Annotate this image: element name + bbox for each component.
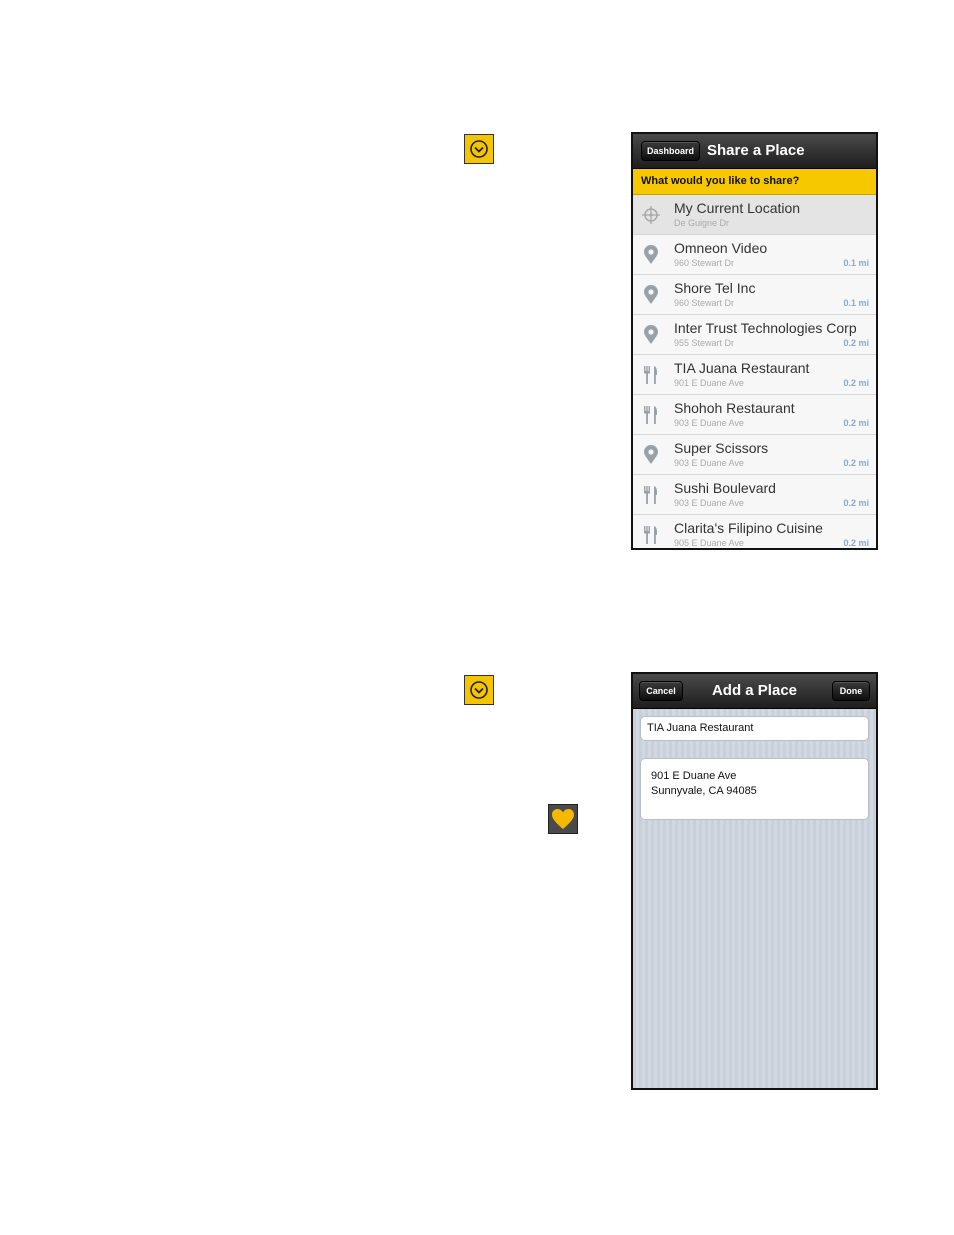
list-item[interactable]: TIA Juana Restaurant 901 E Duane Ave 0.2 m… bbox=[633, 355, 876, 395]
share-place-screen: Dashboard Share a Place What would you l… bbox=[631, 132, 878, 550]
place-distance: 0.2 mi bbox=[843, 498, 869, 508]
address-line-2: Sunnyvale, CA 94085 bbox=[651, 785, 757, 797]
place-address: 960 Stewart Dr bbox=[674, 298, 735, 308]
list-item[interactable]: Inter Trust Technologies Corp 955 Stewart… bbox=[633, 315, 876, 355]
place-distance: 0.2 mi bbox=[843, 338, 869, 348]
place-distance: 0.2 mi bbox=[843, 458, 869, 468]
place-name-value: TIA Juana Restaurant bbox=[647, 722, 754, 734]
place-list: My Current Location De Guigne Dr Omneon Vi… bbox=[633, 195, 876, 548]
nav-bar: Cancel Add a Place Done bbox=[633, 674, 876, 709]
fork-knife-icon bbox=[641, 405, 661, 425]
page-title: Share a Place bbox=[707, 142, 805, 159]
place-name: Shohoh Restaurant bbox=[674, 400, 795, 416]
place-address: 903 E Duane Ave bbox=[674, 498, 744, 508]
place-address: 903 E Duane Ave bbox=[674, 418, 744, 428]
place-address: 960 Stewart Dr bbox=[674, 258, 735, 268]
list-item[interactable]: My Current Location De Guigne Dr bbox=[633, 195, 876, 235]
place-name: Sushi Boulevard bbox=[674, 480, 776, 496]
place-distance: 0.2 mi bbox=[843, 418, 869, 428]
fork-knife-icon bbox=[641, 525, 661, 545]
list-item[interactable]: Shore Tel Inc 960 Stewart Dr 0.1 mi bbox=[633, 275, 876, 315]
place-distance: 0.2 mi bbox=[843, 378, 869, 388]
address-line-1: 901 E Duane Ave bbox=[651, 770, 737, 782]
pin-icon bbox=[641, 285, 661, 305]
chevron-down-circle-icon bbox=[464, 675, 494, 705]
place-name: My Current Location bbox=[674, 200, 801, 216]
place-distance: 0.2 mi bbox=[843, 538, 869, 548]
place-name: Shore Tel Inc bbox=[674, 280, 756, 296]
place-address: 905 E Duane Ave bbox=[674, 538, 744, 548]
list-item[interactable]: Super Scissors 903 E Duane Ave 0.2 mi bbox=[633, 435, 876, 475]
place-address: 903 E Duane Ave bbox=[674, 458, 744, 468]
pin-icon bbox=[641, 325, 661, 345]
fork-knife-icon bbox=[641, 485, 661, 505]
place-name: Omneon Video bbox=[674, 240, 768, 256]
heart-icon bbox=[548, 804, 578, 834]
pin-icon bbox=[641, 245, 661, 265]
nav-bar: Dashboard Share a Place bbox=[633, 134, 876, 169]
place-name: Clarita's Filipino Cuisine bbox=[674, 520, 823, 536]
place-distance: 0.1 mi bbox=[843, 298, 869, 308]
place-name: Super Scissors bbox=[674, 440, 769, 456]
list-item[interactable]: Omneon Video 960 Stewart Dr 0.1 mi bbox=[633, 235, 876, 275]
place-name-field[interactable]: TIA Juana Restaurant bbox=[640, 716, 869, 741]
place-address: De Guigne Dr bbox=[674, 218, 730, 228]
place-address-field[interactable]: 901 E Duane Ave Sunnyvale, CA 94085 bbox=[640, 758, 869, 820]
form-background: TIA Juana Restaurant 901 E Duane Ave Sun… bbox=[633, 709, 876, 1088]
list-item[interactable]: Sushi Boulevard 903 E Duane Ave 0.2 mi bbox=[633, 475, 876, 515]
list-item[interactable]: Shohoh Restaurant 903 E Duane Ave 0.2 mi bbox=[633, 395, 876, 435]
share-prompt: What would you like to share? bbox=[633, 169, 876, 195]
chevron-down-circle-icon bbox=[464, 134, 494, 164]
place-distance: 0.1 mi bbox=[843, 258, 869, 268]
list-item[interactable]: Clarita's Filipino Cuisine 905 E Duane Av… bbox=[633, 515, 876, 548]
fork-knife-icon bbox=[641, 365, 661, 385]
pin-icon bbox=[641, 445, 661, 465]
place-address: 901 E Duane Ave bbox=[674, 378, 744, 388]
place-name: Inter Trust Technologies Corp bbox=[674, 320, 857, 336]
dashboard-back-button[interactable]: Dashboard bbox=[641, 141, 700, 161]
add-place-screen: Cancel Add a Place Done TIA Juana Restau… bbox=[631, 672, 878, 1090]
place-address: 955 Stewart Dr bbox=[674, 338, 735, 348]
done-button[interactable]: Done bbox=[832, 681, 870, 701]
crosshair-icon bbox=[641, 205, 661, 225]
place-name: TIA Juana Restaurant bbox=[674, 360, 810, 376]
